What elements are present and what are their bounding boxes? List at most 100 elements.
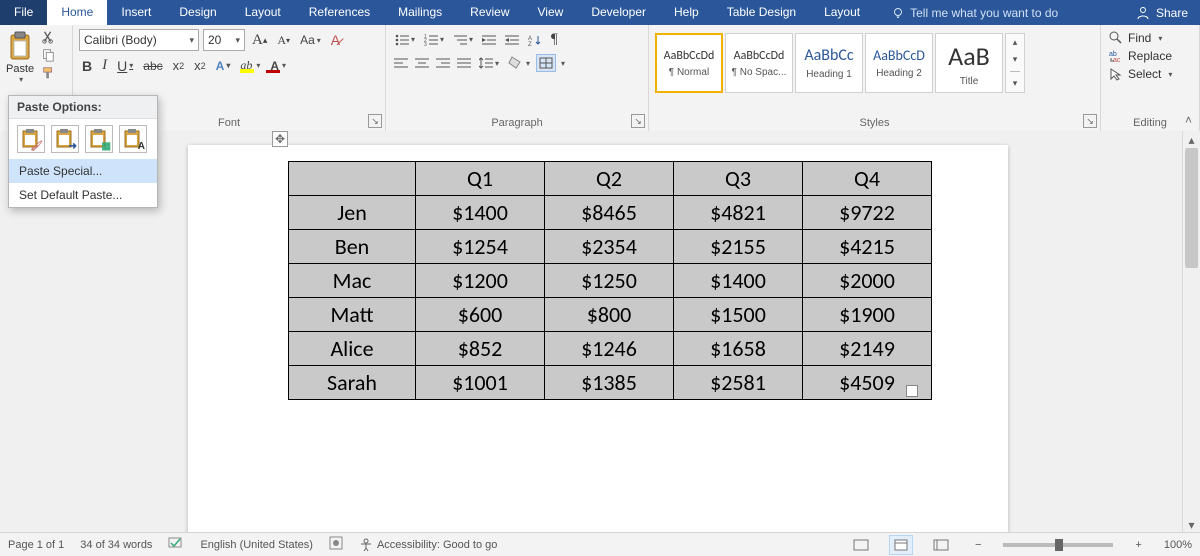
row-name[interactable]: Jen [289,196,416,230]
paste-special-menu-item[interactable]: Paste Special... [9,159,157,183]
tab-mailings[interactable]: Mailings [384,0,456,25]
scroll-down-button[interactable]: ▾ [1183,516,1200,533]
row-name[interactable]: Sarah [289,366,416,400]
cell[interactable]: $1250 [545,264,674,298]
cut-icon[interactable] [40,29,56,45]
scroll-thumb[interactable] [1185,148,1198,268]
tab-design[interactable]: Design [165,0,230,25]
zoom-level[interactable]: 100% [1164,539,1192,551]
bullets-button[interactable]: ▾ [392,32,418,48]
document-area[interactable]: ✥ Q1Q2Q3Q4Jen$1400$8465$4821$9722Ben$125… [0,131,1183,533]
font-color-button[interactable]: A▾ [267,56,289,75]
status-language[interactable]: English (United States) [200,539,313,551]
table-row[interactable]: Sarah$1001$1385$2581$4509 [289,366,932,400]
cell[interactable]: $852 [416,332,545,366]
styles-dialog-launcher[interactable]: ↘ [1083,114,1097,128]
numbering-button[interactable]: 123▾ [421,32,447,48]
line-spacing-button[interactable]: ▾ [476,55,502,71]
font-name-combo[interactable]: Calibri (Body)▾ [79,29,199,51]
font-dialog-launcher[interactable]: ↘ [368,114,382,128]
cell[interactable]: $1001 [416,366,545,400]
style-heading-2[interactable]: AaBbCcDHeading 2 [865,33,933,93]
scroll-track[interactable] [1183,148,1200,516]
grow-font-button[interactable]: A▴ [249,30,270,51]
decrease-indent-button[interactable] [479,32,499,48]
cell[interactable]: $1200 [416,264,545,298]
table-header-q2[interactable]: Q2 [545,162,674,196]
status-words[interactable]: 34 of 34 words [80,539,152,551]
subscript-button[interactable]: x2 [170,56,188,75]
row-name[interactable]: Matt [289,298,416,332]
table-row[interactable]: Mac$1200$1250$1400$2000 [289,264,932,298]
clear-formatting-button[interactable]: A̷ [328,30,343,50]
accessibility-status[interactable]: Accessibility: Good to go [359,538,497,552]
borders-button[interactable] [536,54,556,72]
cell[interactable]: $1900 [803,298,932,332]
text-effects-button[interactable]: A▾ [213,57,234,75]
table-move-handle[interactable]: ✥ [272,131,288,147]
copy-icon[interactable] [40,47,56,63]
table-row[interactable]: Jen$1400$8465$4821$9722 [289,196,932,230]
bold-button[interactable]: B [79,56,95,76]
underline-button[interactable]: U▾ [114,56,136,76]
paste-text-only-button[interactable]: A [119,125,147,153]
table-row[interactable]: Alice$852$1246$1658$2149 [289,332,932,366]
tab-layout[interactable]: Layout [231,0,295,25]
tab-references[interactable]: References [295,0,384,25]
cell[interactable]: $1246 [545,332,674,366]
cell[interactable]: $9722 [803,196,932,230]
cell[interactable]: $1658 [674,332,803,366]
scroll-up-button[interactable]: ▴ [1183,131,1200,148]
tab-file[interactable]: File [0,0,47,25]
row-name[interactable]: Ben [289,230,416,264]
cell[interactable]: $2581 [674,366,803,400]
cell[interactable]: $1385 [545,366,674,400]
tab-review[interactable]: Review [456,0,523,25]
paragraph-dialog-launcher[interactable]: ↘ [631,114,645,128]
status-page[interactable]: Page 1 of 1 [8,539,64,551]
italic-button[interactable]: I [99,55,110,76]
paste-button[interactable]: Paste ▾ [6,29,34,84]
web-layout-button[interactable] [929,535,953,555]
print-layout-button[interactable] [889,535,913,555]
style--no-spac-[interactable]: AaBbCcDd¶ No Spac... [725,33,793,93]
zoom-in-button[interactable]: + [1129,539,1147,551]
cell[interactable]: $1254 [416,230,545,264]
cell[interactable]: $2000 [803,264,932,298]
cell[interactable]: $600 [416,298,545,332]
align-left-button[interactable] [392,55,410,71]
table-header-q1[interactable]: Q1 [416,162,545,196]
tell-me-search[interactable]: Tell me what you want to do [892,6,1058,20]
superscript-button[interactable]: x2 [191,56,209,75]
tab-layout[interactable]: Layout [810,0,874,25]
focus-mode-button[interactable] [849,535,873,555]
cell[interactable]: $2354 [545,230,674,264]
style-heading-1[interactable]: AaBbCcHeading 1 [795,33,863,93]
cell[interactable]: $2149 [803,332,932,366]
cell[interactable]: $800 [545,298,674,332]
row-name[interactable]: Alice [289,332,416,366]
paste-merge-button[interactable]: ➜ [51,125,79,153]
set-default-paste-menu-item[interactable]: Set Default Paste... [9,183,157,207]
tab-home[interactable]: Home [47,0,107,25]
zoom-slider[interactable] [1003,543,1113,547]
style--normal[interactable]: AaBbCcDd¶ Normal [655,33,723,93]
show-marks-button[interactable]: ¶ [548,29,561,50]
spellcheck-icon[interactable] [168,536,184,553]
select-button[interactable]: Select▾ [1107,65,1193,83]
table-resize-handle[interactable] [906,385,918,397]
cell[interactable]: $1400 [416,196,545,230]
borders-dropdown[interactable]: ▾ [561,59,565,68]
macro-record-icon[interactable] [329,536,343,553]
zoom-out-button[interactable]: − [969,539,987,551]
tab-developer[interactable]: Developer [577,0,660,25]
replace-button[interactable]: abac Replace [1107,47,1193,65]
multilevel-list-button[interactable]: ▾ [450,32,476,48]
data-table[interactable]: Q1Q2Q3Q4Jen$1400$8465$4821$9722Ben$1254$… [288,161,932,400]
table-row[interactable]: Matt$600$800$1500$1900 [289,298,932,332]
strikethrough-button[interactable]: abc [140,57,165,75]
table-header-q3[interactable]: Q3 [674,162,803,196]
cell[interactable]: $1500 [674,298,803,332]
paste-picture-button[interactable]: ▦ [85,125,113,153]
cell[interactable]: $4821 [674,196,803,230]
